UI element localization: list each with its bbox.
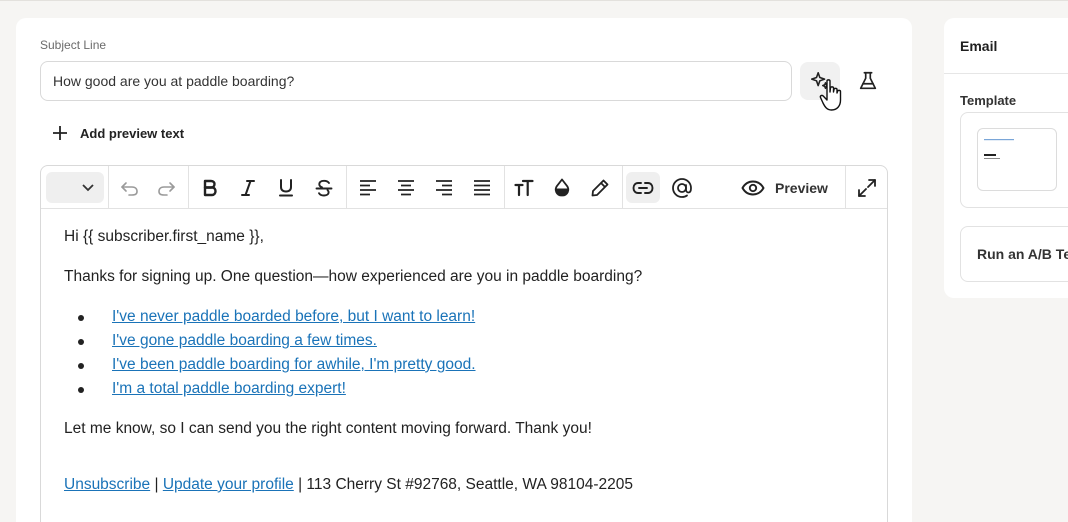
underline-button[interactable]: [272, 172, 300, 203]
unsubscribe-link[interactable]: Unsubscribe: [64, 476, 150, 493]
closing-text: Let me know, so I can send you the right…: [64, 420, 592, 437]
preview-button[interactable]: Preview: [741, 172, 828, 203]
redo-icon: [158, 181, 175, 196]
top-divider: [0, 0, 1068, 1]
font-size-button[interactable]: [510, 172, 538, 203]
link-icon: [632, 181, 654, 194]
expand-icon: [858, 178, 876, 197]
italic-icon: [241, 179, 255, 196]
template-thumbnail[interactable]: [977, 128, 1057, 191]
panel-divider: [944, 73, 1068, 74]
toolbar-divider: [188, 166, 189, 209]
toolbar-divider: [622, 166, 623, 209]
align-left-button[interactable]: [354, 172, 382, 203]
plus-icon: [53, 126, 67, 140]
align-left-icon: [360, 179, 376, 195]
align-right-icon: [436, 179, 452, 195]
add-preview-text-label: Add preview text: [80, 125, 185, 141]
option-link-beginner[interactable]: I've never paddle boarded before, but I …: [112, 308, 475, 325]
align-center-icon: [398, 179, 414, 195]
eye-icon: [741, 180, 765, 195]
font-size-icon: [514, 179, 534, 196]
list-bullet: [78, 363, 84, 369]
highlight-button[interactable]: [586, 172, 614, 203]
preview-label: Preview: [775, 179, 828, 196]
template-label: Template: [960, 93, 1017, 108]
underline-icon: [279, 178, 293, 196]
align-justify-icon: [474, 179, 490, 195]
option-link-few-times[interactable]: I've gone paddle boarding a few times.: [112, 332, 377, 349]
toolbar-divider: [845, 166, 846, 209]
test-flask-button[interactable]: [850, 62, 886, 100]
undo-button[interactable]: [117, 172, 143, 203]
toolbar-divider: [504, 166, 505, 209]
fullscreen-button[interactable]: [853, 172, 881, 203]
ab-test-label: Run an A/B Te: [977, 246, 1068, 262]
panel-title: Email: [960, 38, 998, 54]
redo-button[interactable]: [153, 172, 179, 203]
strikethrough-icon: [315, 179, 333, 196]
email-footer: Unsubscribe | Update your profile | 113 …: [64, 476, 633, 494]
template-preview-image: [984, 139, 1014, 159]
footer-separator: |: [154, 476, 159, 493]
align-center-button[interactable]: [392, 172, 420, 203]
undo-icon: [121, 181, 138, 196]
bold-icon: [203, 179, 217, 196]
option-link-expert[interactable]: I'm a total paddle boarding expert!: [112, 380, 346, 397]
greeting-text: Hi {{ subscriber.first_name }},: [64, 228, 264, 245]
italic-button[interactable]: [234, 172, 262, 203]
text-color-button[interactable]: [548, 172, 576, 203]
subject-line-label: Subject Line: [40, 38, 107, 52]
link-button[interactable]: [626, 172, 660, 203]
hand-cursor-icon: [819, 79, 842, 111]
align-justify-button[interactable]: [468, 172, 496, 203]
flask-icon: [859, 71, 877, 90]
list-bullet: [78, 387, 84, 393]
bold-button[interactable]: [196, 172, 224, 203]
text-style-dropdown[interactable]: [46, 172, 104, 203]
option-link-pretty-good[interactable]: I've been paddle boarding for awhile, I'…: [112, 356, 476, 373]
align-right-button[interactable]: [430, 172, 458, 203]
intro-text: Thanks for signing up. One question—how …: [64, 268, 643, 285]
at-sign-icon: [672, 177, 692, 198]
footer-address: | 113 Cherry St #92768, Seattle, WA 9810…: [298, 476, 634, 493]
strikethrough-button[interactable]: [310, 172, 338, 203]
chevron-down-icon: [82, 183, 94, 191]
toolbar-divider: [346, 166, 347, 209]
pen-icon: [591, 179, 609, 196]
toolbar-divider: [108, 166, 109, 209]
update-profile-link[interactable]: Update your profile: [163, 476, 294, 493]
list-bullet: [78, 339, 84, 345]
mention-button[interactable]: [668, 172, 696, 203]
editor-toolbar: Preview: [41, 166, 887, 209]
add-preview-text-button[interactable]: Add preview text: [52, 122, 184, 144]
rich-text-editor[interactable]: Preview Hi {{ subscriber.first_name }}, …: [40, 165, 888, 522]
list-bullet: [78, 315, 84, 321]
subject-line-input[interactable]: [40, 61, 792, 101]
droplet-icon: [554, 178, 570, 196]
